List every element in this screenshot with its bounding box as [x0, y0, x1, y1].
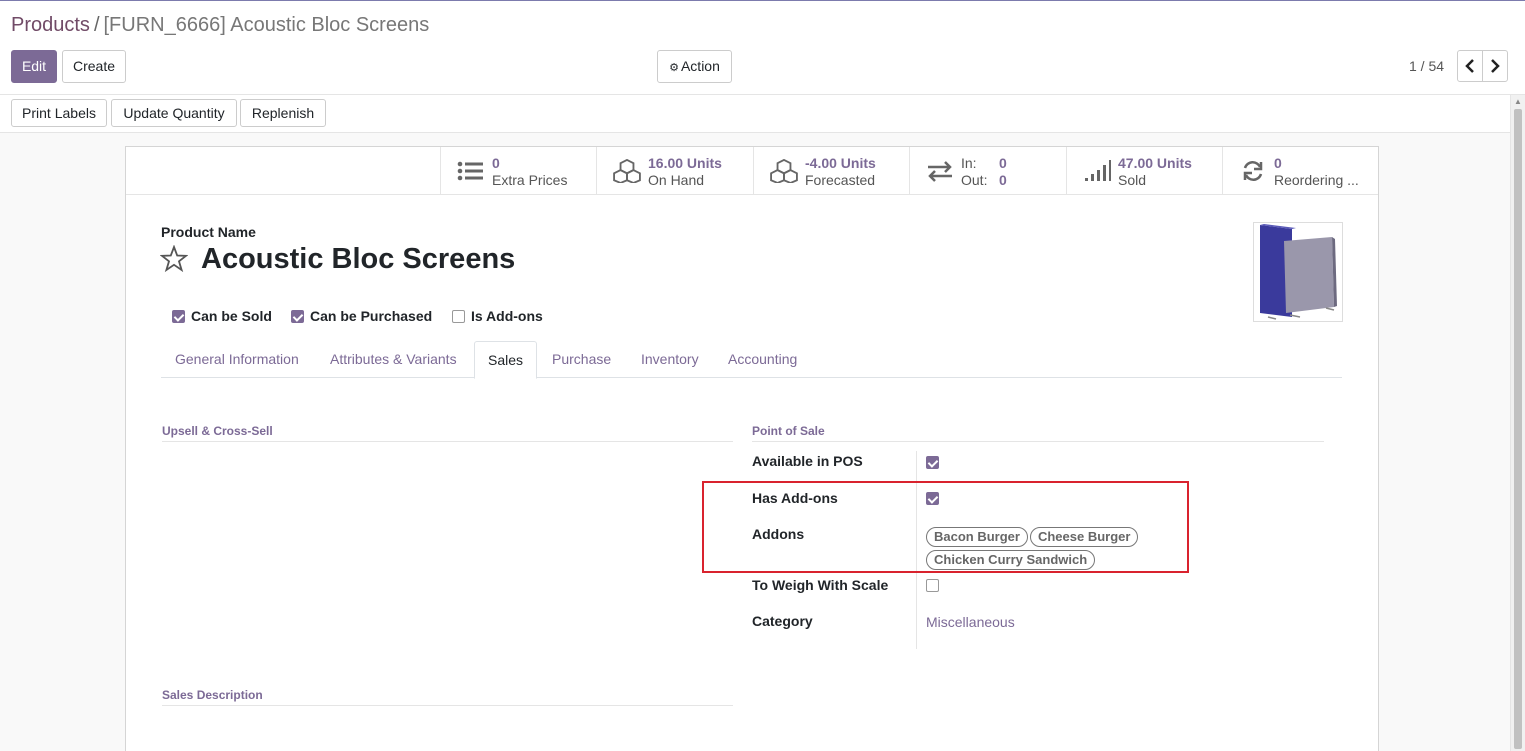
- reordering-label: Reordering ...: [1274, 172, 1359, 188]
- tab-accounting[interactable]: Accounting: [728, 341, 797, 378]
- can-be-sold-checkbox[interactable]: [172, 309, 185, 323]
- category-label: Category: [752, 613, 813, 629]
- acoustic-screen-image: [1260, 224, 1337, 320]
- product-name-field[interactable]: Acoustic Bloc Screens: [201, 243, 515, 276]
- update-quantity-button[interactable]: Update Quantity: [111, 99, 237, 127]
- on-hand-label: On Hand: [648, 172, 705, 188]
- refresh-icon: [1243, 161, 1263, 181]
- smart-button-on-hand[interactable]: 16.00 Units On Hand: [596, 147, 753, 194]
- sold-label: Sold: [1118, 172, 1147, 188]
- reordering-value: 0: [1274, 155, 1282, 171]
- action-label: Action: [680, 58, 720, 74]
- out-value: 0: [999, 172, 1007, 188]
- can-be-purchased-label: Can be Purchased: [310, 308, 433, 325]
- smart-button-in-out[interactable]: In: 0 Out: 0: [909, 147, 1066, 194]
- signal-icon: [1085, 160, 1111, 181]
- to-weigh-with-scale-checkbox[interactable]: [926, 579, 939, 592]
- edit-button[interactable]: Edit: [11, 50, 57, 83]
- available-in-pos-label: Available in POS: [752, 453, 863, 469]
- sales-description-title: Sales Description: [162, 688, 733, 706]
- can-be-purchased-option[interactable]: Can be Purchased: [291, 307, 432, 324]
- chevron-left-icon: [1465, 59, 1474, 73]
- star-icon[interactable]: [160, 245, 188, 273]
- can-be-sold-option[interactable]: Can be Sold: [172, 307, 272, 324]
- cubes-icon: [613, 159, 641, 183]
- vertical-scrollbar[interactable]: ▲: [1510, 95, 1525, 751]
- smart-button-sold[interactable]: 47.00 Units Sold: [1066, 147, 1222, 194]
- available-in-pos-checkbox[interactable]: [926, 456, 939, 469]
- scrollbar-thumb[interactable]: [1514, 109, 1522, 749]
- forecasted-value: -4.00 Units: [805, 155, 876, 171]
- exchange-icon: [928, 161, 952, 182]
- breadcrumb-products-link[interactable]: Products: [11, 14, 90, 36]
- can-be-sold-label: Can be Sold: [191, 308, 272, 325]
- cubes-icon: [770, 159, 798, 183]
- print-labels-button[interactable]: Print Labels: [11, 99, 107, 127]
- tab-inventory[interactable]: Inventory: [641, 341, 699, 378]
- top-accent-line: [0, 0, 1525, 1]
- product-image[interactable]: [1253, 222, 1343, 322]
- sold-value: 47.00 Units: [1118, 155, 1192, 171]
- tab-attributes-variants[interactable]: Attributes & Variants: [330, 341, 457, 378]
- is-addons-option[interactable]: Is Add-ons: [452, 307, 543, 324]
- breadcrumb-current: [FURN_6666] Acoustic Bloc Screens: [103, 14, 430, 36]
- highlight-annotation-box: [702, 481, 1189, 573]
- is-addons-checkbox[interactable]: [452, 309, 465, 323]
- action-button[interactable]: ⚙ Action: [657, 50, 732, 83]
- smart-buttons-bar: 0 Extra Prices 16.00 Units On Hand -4.00…: [440, 147, 1378, 195]
- category-link[interactable]: Miscellaneous: [926, 614, 1015, 630]
- control-panel-divider: [0, 94, 1525, 95]
- tab-purchase[interactable]: Purchase: [552, 341, 611, 378]
- in-label: In:: [961, 155, 977, 171]
- pager-next-button[interactable]: [1482, 50, 1508, 82]
- is-addons-label: Is Add-ons: [471, 308, 543, 325]
- chevron-right-icon: [1491, 59, 1500, 73]
- scroll-up-arrow-icon[interactable]: ▲: [1514, 97, 1522, 106]
- on-hand-value: 16.00 Units: [648, 155, 722, 171]
- upsell-cross-sell-title: Upsell & Cross-Sell: [162, 424, 733, 442]
- pager-previous-button[interactable]: [1457, 50, 1483, 82]
- list-icon: [457, 161, 483, 181]
- can-be-purchased-checkbox[interactable]: [291, 309, 304, 323]
- smart-button-extra-prices[interactable]: 0 Extra Prices: [440, 147, 596, 194]
- pager-counter[interactable]: 1 / 54: [1409, 58, 1444, 74]
- breadcrumb: Products / [FURN_6666] Acoustic Bloc Scree…: [11, 14, 429, 37]
- form-tabs: General Information Attributes & Variant…: [161, 341, 1342, 379]
- extra-prices-label: Extra Prices: [492, 172, 568, 188]
- extra-prices-value: 0: [492, 155, 500, 171]
- tab-general-information[interactable]: General Information: [175, 341, 299, 378]
- in-value: 0: [999, 155, 1007, 171]
- create-button[interactable]: Create: [62, 50, 126, 83]
- forecasted-label: Forecasted: [805, 172, 876, 188]
- tab-sales[interactable]: Sales: [474, 341, 538, 379]
- smart-button-forecasted[interactable]: -4.00 Units Forecasted: [753, 147, 909, 194]
- replenish-button[interactable]: Replenish: [240, 99, 326, 127]
- point-of-sale-title: Point of Sale: [752, 424, 1324, 442]
- out-label: Out:: [961, 172, 988, 188]
- smart-button-reordering[interactable]: 0 Reordering ...: [1222, 147, 1378, 194]
- product-name-label: Product Name: [161, 224, 256, 240]
- gear-icon: ⚙: [669, 62, 679, 74]
- to-weigh-with-scale-label: To Weigh With Scale: [752, 577, 889, 593]
- breadcrumb-separator: /: [93, 14, 100, 36]
- form-sheet: 0 Extra Prices 16.00 Units On Hand -4.00…: [125, 146, 1379, 751]
